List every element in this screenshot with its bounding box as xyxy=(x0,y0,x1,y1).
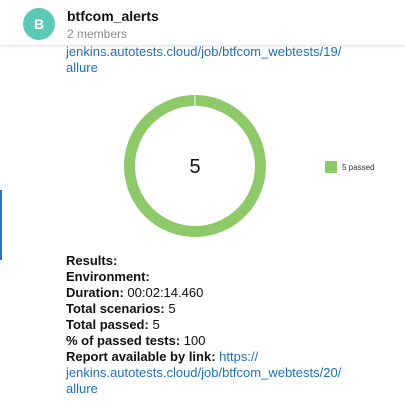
results-heading: Results: xyxy=(66,253,118,268)
donut-center-label: 5 xyxy=(189,156,200,178)
chat-title[interactable]: btfcom_alerts xyxy=(67,8,159,24)
previous-report-link-line2[interactable]: allure xyxy=(66,60,98,75)
legend-label-passed: 5 passed xyxy=(342,162,375,172)
passed-label: Total passed: xyxy=(66,317,149,332)
report-link-part1[interactable]: https:// xyxy=(219,349,258,364)
previous-message-link[interactable]: jenkins.autotests.cloud/job/btfcom_webte… xyxy=(66,44,386,76)
environment-label: Environment: xyxy=(66,269,150,284)
percent-label: % of passed tests: xyxy=(66,333,181,348)
percent-value: 100 xyxy=(183,333,206,348)
chart-legend: 5 passed xyxy=(325,161,374,173)
duration-label: Duration: xyxy=(66,285,124,300)
chat-avatar[interactable]: B xyxy=(23,8,55,40)
scenarios-value: 5 xyxy=(168,301,176,316)
scrollbar-indicator[interactable] xyxy=(0,190,2,260)
passed-value: 5 xyxy=(152,317,160,332)
chat-header[interactable]: B btfcom_alerts 2 members xyxy=(0,0,405,46)
report-link-part3[interactable]: allure xyxy=(66,381,98,396)
donut-slice-0 xyxy=(124,95,266,237)
legend-swatch-passed xyxy=(325,161,337,173)
previous-report-link[interactable]: jenkins.autotests.cloud/job/btfcom_webte… xyxy=(66,44,341,75)
chat-members-count: 2 members xyxy=(67,27,128,41)
scenarios-label: Total scenarios: xyxy=(66,301,165,316)
previous-report-link-line1[interactable]: jenkins.autotests.cloud/job/btfcom_webte… xyxy=(66,44,341,59)
report-link-part2[interactable]: jenkins.autotests.cloud/job/btfcom_webte… xyxy=(66,365,341,380)
duration-value: 00:02:14.460 xyxy=(127,285,204,300)
results-message: Results: Environment: Duration: 00:02:14… xyxy=(66,253,396,397)
report-label: Report available by link: xyxy=(66,349,216,364)
